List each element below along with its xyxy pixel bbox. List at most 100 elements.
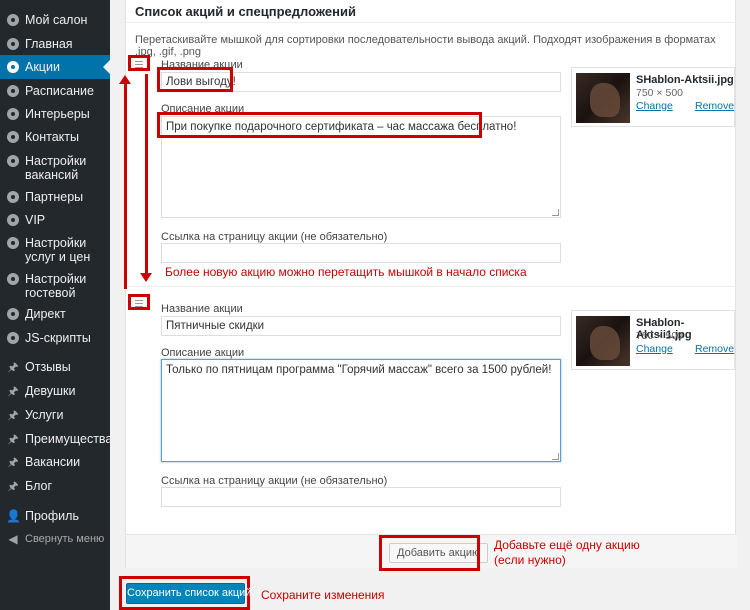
- sidebar-item-partners[interactable]: Партнеры: [0, 190, 110, 206]
- pin-icon: 🖈: [7, 432, 19, 446]
- sidebar-item-girls[interactable]: 🖈 Девушки: [0, 384, 110, 400]
- sidebar-item-promos[interactable]: Акции: [0, 55, 110, 79]
- sidebar-item-label: Блог: [25, 479, 53, 493]
- promo-2-desc-text: Только по пятницам программа "Горячий ма…: [166, 364, 552, 376]
- promo-1-image-remove-link[interactable]: Remove: [695, 100, 734, 112]
- gear-icon: [6, 236, 20, 250]
- highlight-box-name: [157, 67, 233, 92]
- sidebar-item-label: VIP: [25, 213, 46, 227]
- gear-icon: [6, 154, 20, 168]
- sidebar-item-label: JS-скрипты: [25, 331, 91, 345]
- sidebar-item-label: Директ: [25, 307, 66, 321]
- sidebar-item-schedule[interactable]: Расписание: [0, 84, 110, 100]
- sidebar-item-label: Вакансии: [25, 455, 81, 469]
- gear-icon: [6, 307, 20, 321]
- sidebar-item-label: Контакты: [25, 130, 79, 144]
- sidebar-item-vacancy-settings[interactable]: Настройки вакансий: [0, 154, 110, 182]
- gear-icon: [6, 107, 20, 121]
- collapse-icon: ◀: [8, 532, 18, 546]
- promo-2-name-input[interactable]: Пятничные скидки: [161, 316, 561, 336]
- collapse-menu-button[interactable]: ◀ Свернуть меню: [0, 532, 110, 548]
- promo-2-image-change-link[interactable]: Change: [636, 343, 673, 355]
- pin-icon: 🖈: [7, 384, 19, 398]
- promo-divider: [126, 286, 737, 287]
- resize-handle[interactable]: [552, 453, 559, 460]
- promo-2-image-thumbnail: [576, 316, 630, 366]
- arrow-down-icon: [140, 273, 152, 282]
- promo-1-image-card: SHablon-Aktsii.jpg 750 × 500 Change Remo…: [571, 67, 735, 127]
- sidebar-item-label: Акции: [25, 60, 60, 74]
- sorting-hint: Перетаскивайте мышкой для сортировки пос…: [135, 34, 716, 58]
- gear-icon: [6, 190, 20, 204]
- sidebar-item-label: Настройки гостевой: [25, 272, 87, 300]
- promo-2-image-remove-link[interactable]: Remove: [695, 343, 734, 355]
- sidebar-item-services-settings[interactable]: Настройки услуг и цен: [0, 236, 110, 264]
- promo-1-image-change-link[interactable]: Change: [636, 100, 673, 112]
- sidebar-item-home[interactable]: Главная: [0, 37, 110, 53]
- sidebar-item-label: Мой салон: [25, 13, 88, 27]
- sidebar-item-advantages[interactable]: 🖈 Преимущества: [0, 432, 113, 448]
- resize-handle[interactable]: [552, 209, 559, 216]
- sidebar-item-blog[interactable]: 🖈 Блог: [0, 479, 110, 495]
- promo-2-image-card: SHablon-Aktsii1.jpg 750 × 500 Change Rem…: [571, 310, 735, 370]
- promo-2-link-input[interactable]: [161, 487, 561, 507]
- gear-icon: [6, 37, 20, 51]
- promo-1-link-input[interactable]: [161, 243, 561, 263]
- sidebar-item-profile[interactable]: 👤 Профиль: [0, 509, 110, 525]
- sidebar-item-label: Профиль: [25, 509, 79, 523]
- sidebar-item-label: Настройки услуг и цен: [25, 236, 91, 264]
- annotation-add-line2: (если нужно): [494, 553, 566, 567]
- promo-1-image-filename: SHablon-Aktsii.jpg: [636, 74, 734, 86]
- promo-1-image-size: 750 × 500: [636, 87, 684, 99]
- sidebar-item-label: Девушки: [25, 384, 76, 398]
- sidebar-item-vacancies[interactable]: 🖈 Вакансии: [0, 455, 110, 471]
- gear-icon: [6, 13, 20, 27]
- annotation-save: Сохраните изменения: [261, 588, 385, 602]
- sidebar-item-label: Главная: [25, 37, 73, 51]
- save-promos-button[interactable]: Сохранить список акций: [126, 583, 251, 604]
- sidebar-item-direct[interactable]: Директ: [0, 307, 110, 323]
- gear-icon: [6, 272, 20, 286]
- sidebar-item-label: Настройки вакансий: [25, 154, 87, 182]
- gear-icon: [6, 60, 20, 74]
- gear-icon: [6, 130, 20, 144]
- arrow-line: [145, 74, 148, 274]
- panel-title: Список акций и спецпредложений: [135, 4, 356, 19]
- panel-header-divider: [126, 22, 737, 23]
- sidebar-item-label: Преимущества: [25, 432, 113, 446]
- pin-icon: 🖈: [7, 479, 19, 493]
- promo-2-name-label: Название акции: [161, 303, 243, 315]
- sidebar-item-contacts[interactable]: Контакты: [0, 130, 110, 146]
- promo-2-desc-label: Описание акции: [161, 347, 245, 359]
- arrow-line: [124, 83, 127, 289]
- highlight-box-add: [379, 535, 480, 571]
- sidebar-item-js-scripts[interactable]: JS-скрипты: [0, 331, 110, 347]
- promo-2-link-label: Ссылка на страницу акции (не обязательно…: [161, 475, 388, 487]
- sidebar-item-services[interactable]: 🖈 Услуги: [0, 408, 110, 424]
- pin-icon: 🖈: [7, 360, 19, 374]
- gear-icon: [6, 84, 20, 98]
- sidebar-item-my-salon[interactable]: Мой салон: [0, 13, 110, 29]
- sidebar-item-label: Свернуть меню: [25, 533, 105, 545]
- sidebar-item-interiors[interactable]: Интерьеры: [0, 107, 110, 123]
- promo-1-drag-handle[interactable]: [128, 55, 150, 71]
- promo-2-desc-textarea[interactable]: Только по пятницам программа "Горячий ма…: [161, 359, 561, 462]
- sidebar-item-reviews[interactable]: 🖈 Отзывы: [0, 360, 110, 376]
- sidebar-item-label: Партнеры: [25, 190, 84, 204]
- sidebar-item-guestbook-settings[interactable]: Настройки гостевой: [0, 272, 110, 300]
- sidebar-item-label: Расписание: [25, 84, 94, 98]
- promo-2-drag-handle[interactable]: [128, 294, 150, 310]
- sidebar-item-label: Отзывы: [25, 360, 71, 374]
- sidebar-item-label: Интерьеры: [25, 107, 90, 121]
- sidebar-item-vip[interactable]: VIP: [0, 213, 110, 229]
- promo-1-link-label: Ссылка на страницу акции (не обязательно…: [161, 231, 388, 243]
- admin-sidebar: Мой салон Главная Акции Расписание Интер…: [0, 0, 113, 610]
- sidebar-item-label: Услуги: [25, 408, 64, 422]
- gear-icon: [6, 213, 20, 227]
- annotation-add-line1: Добавьте ещё одну акцию: [494, 538, 640, 552]
- pin-icon: 🖈: [7, 455, 19, 469]
- user-icon: 👤: [6, 509, 21, 523]
- promo-2-image-size: 750 × 500: [636, 330, 684, 342]
- highlight-box-desc: [157, 112, 482, 138]
- pin-icon: 🖈: [7, 408, 19, 422]
